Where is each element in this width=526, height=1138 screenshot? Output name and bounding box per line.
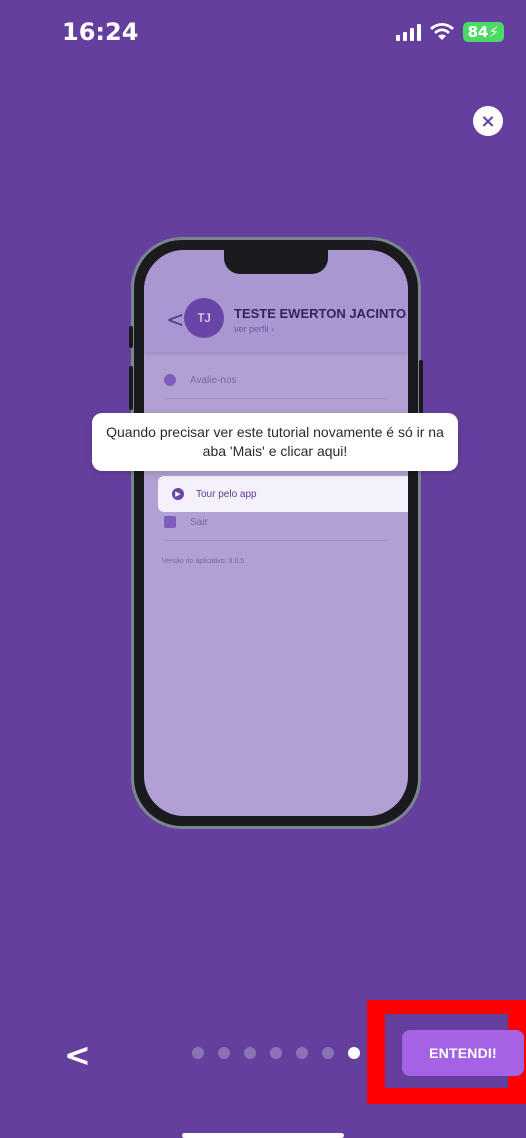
phone-notch: [224, 250, 328, 274]
battery-icon: 84⚡: [462, 22, 504, 42]
star-icon: [164, 374, 176, 386]
entendi-button[interactable]: ENTENDI!: [402, 1030, 524, 1076]
phone-tour-label: Tour pelo app: [196, 488, 257, 500]
status-bar: 16:24 84⚡: [0, 0, 526, 70]
phone-version: Versão do aplicativo: 3.0.5: [162, 558, 245, 565]
phone-profile-link: ver perfil ›: [234, 324, 275, 334]
phone-divider: [164, 540, 388, 541]
phone-divider: [164, 398, 388, 399]
status-time: 16:24: [62, 18, 139, 46]
battery-level: 84: [467, 23, 489, 41]
phone-side-button: [129, 366, 133, 410]
phone-side-button: [129, 326, 133, 348]
page-dot: [270, 1047, 282, 1059]
phone-mockup: < TJ TESTE EWERTON JACINTO ver perfil › …: [129, 240, 423, 826]
play-icon: ▶: [172, 488, 184, 500]
phone-avatar: TJ: [184, 298, 224, 338]
tutorial-tooltip: Quando precisar ver este tutorial novame…: [92, 413, 458, 471]
signal-icon: [395, 23, 421, 41]
home-indicator: [182, 1133, 344, 1138]
close-icon: ×: [480, 110, 496, 132]
phone-menu-item: Sair: [164, 512, 388, 532]
page-dot: [218, 1047, 230, 1059]
phone-screen: < TJ TESTE EWERTON JACINTO ver perfil › …: [144, 250, 408, 816]
close-button[interactable]: ×: [473, 106, 503, 136]
status-icons: 84⚡: [395, 22, 504, 42]
phone-tour-item: ▶ Tour pelo app: [158, 476, 408, 512]
phone-profile-link-text: ver perfil: [234, 324, 269, 334]
phone-menu-item-label: Sair: [190, 516, 208, 528]
back-button[interactable]: <: [64, 1036, 96, 1074]
page-dot: [244, 1047, 256, 1059]
phone-menu-item-label: Avalie-nos: [190, 374, 237, 386]
page-dot: [322, 1047, 334, 1059]
logout-icon: [164, 516, 176, 528]
page-dot-active: [348, 1047, 360, 1059]
pagination-dots: [192, 1047, 360, 1059]
page-dot: [296, 1047, 308, 1059]
wifi-icon: [429, 23, 454, 40]
phone-menu-item: Avalie-nos: [164, 370, 388, 390]
page-dot: [192, 1047, 204, 1059]
phone-user-name: TESTE EWERTON JACINTO: [234, 306, 407, 321]
phone-back-icon: <: [166, 308, 185, 333]
